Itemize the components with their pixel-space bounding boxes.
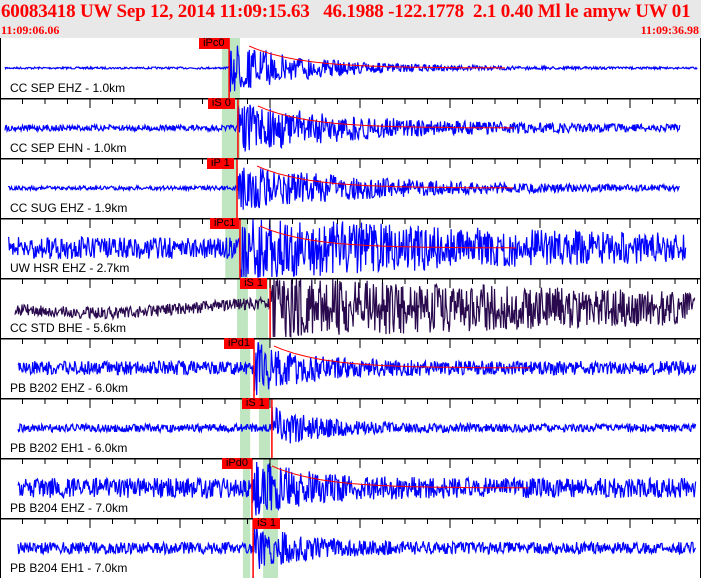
trace-label: PB B202 EHZ - 6.0km (10, 381, 129, 395)
trace-panel: PB B204 EHZ - 7.0km iPd0 (0, 458, 701, 518)
trace-panel: CC STD BHE - 5.6km iS 1 (0, 278, 701, 338)
trace-label: CC STD BHE - 5.6km (10, 321, 127, 335)
trace-panel: UW HSR EHZ - 2.7km iPc1 (0, 218, 701, 278)
waveform (17, 406, 697, 444)
phase-pick-label[interactable]: iPd1 (224, 338, 255, 349)
start-time: 11:09:06.06 (1, 23, 60, 37)
event-title: 60083418 UW Sep 12, 2014 11:09:15.63 46.… (1, 1, 701, 22)
coda-curve (248, 45, 506, 69)
phase-pick-label[interactable]: iS 1 (241, 398, 269, 409)
trace-panel: PB B202 EH1 - 6.0km iS 1 (0, 398, 701, 458)
phase-pick-label[interactable]: iPc1 (209, 218, 240, 229)
trace-label: PB B204 EHZ - 7.0km (10, 501, 129, 515)
trace-panel: CC SEP EHZ - 1.0km iPc0 (0, 38, 701, 98)
phase-pick-label[interactable]: iP 1 (207, 158, 234, 169)
event-header: 60083418 UW Sep 12, 2014 11:09:15.63 46.… (0, 0, 701, 38)
trace-label: CC SEP EHZ - 1.0km (10, 81, 126, 95)
trace-panel: PB B204 EH1 - 7.0km iS 1 (0, 518, 701, 578)
phase-pick-label[interactable]: iS 0 (207, 98, 235, 109)
trace-label: UW HSR EHZ - 2.7km (10, 261, 130, 275)
trace-panel: PB B202 EHZ - 6.0km iPd1 (0, 338, 701, 398)
trace-panel: CC SUG EHZ - 1.9km iP 1 (0, 158, 701, 218)
phase-pick-label[interactable]: iPc0 (199, 38, 229, 49)
trace-label: CC SEP EHN - 1.0km (10, 141, 127, 155)
phase-pick-label[interactable]: iS 1 (240, 278, 268, 289)
seismogram-viewer: 60083418 UW Sep 12, 2014 11:09:15.63 46.… (0, 0, 701, 578)
trace-label: PB B204 EH1 - 7.0km (10, 561, 128, 575)
trace-panel: CC SEP EHN - 1.0km iS 0 (0, 98, 701, 158)
phase-pick-label[interactable]: iPd0 (221, 458, 252, 469)
trace-panels: CC SEP EHZ - 1.0km iPc0 CC SEP EHN - 1.0km… (0, 38, 701, 578)
end-time: 11:09:36.98 (640, 23, 699, 37)
trace-label: PB B202 EH1 - 6.0km (10, 441, 128, 455)
phase-pick-label[interactable]: iS 1 (253, 518, 281, 529)
trace-label: CC SUG EHZ - 1.9km (10, 201, 128, 215)
